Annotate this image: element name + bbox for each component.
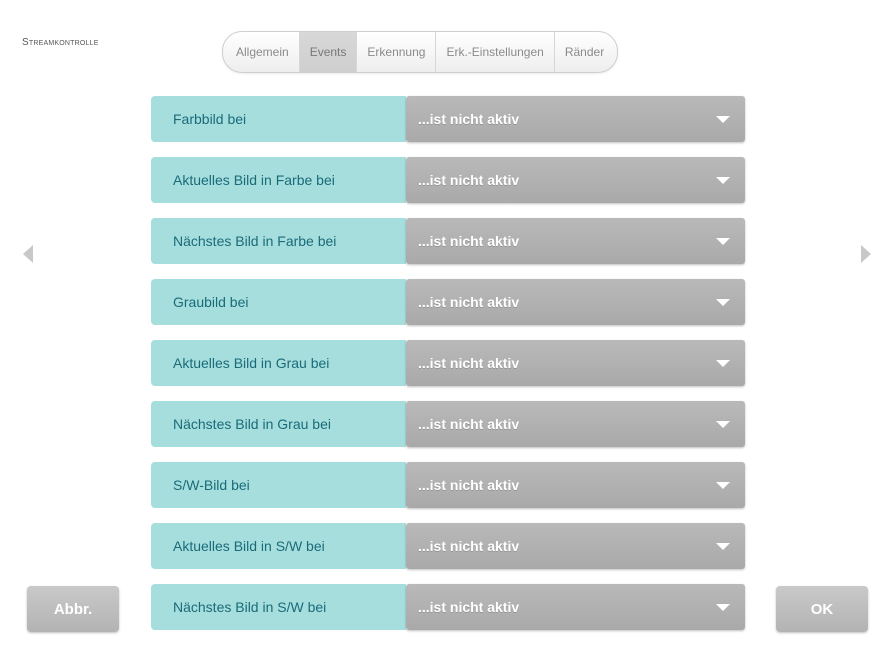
setting-row: Nächstes Bild in Grau bei ...ist nicht a…: [151, 401, 745, 447]
setting-label: S/W-Bild bei: [151, 462, 406, 508]
caret-down-icon: [716, 482, 730, 489]
chevron-left-icon[interactable]: [23, 245, 33, 263]
tab-allgemein[interactable]: Allgemein: [223, 32, 300, 72]
setting-dropdown[interactable]: ...ist nicht aktiv: [406, 96, 745, 142]
caret-down-icon: [716, 421, 730, 428]
chevron-right-icon[interactable]: [861, 245, 871, 263]
setting-dropdown[interactable]: ...ist nicht aktiv: [406, 340, 745, 386]
setting-row: Nächstes Bild in S/W bei ...ist nicht ak…: [151, 584, 745, 630]
dropdown-value: ...ist nicht aktiv: [418, 477, 520, 493]
dropdown-value: ...ist nicht aktiv: [418, 538, 520, 554]
setting-dropdown[interactable]: ...ist nicht aktiv: [406, 462, 745, 508]
setting-row: Nächstes Bild in Farbe bei ...ist nicht …: [151, 218, 745, 264]
setting-dropdown[interactable]: ...ist nicht aktiv: [406, 218, 745, 264]
caret-down-icon: [716, 116, 730, 123]
dropdown-value: ...ist nicht aktiv: [418, 233, 520, 249]
setting-label: Nächstes Bild in S/W bei: [151, 584, 406, 630]
caret-down-icon: [716, 360, 730, 367]
setting-label: Nächstes Bild in Grau bei: [151, 401, 406, 447]
dropdown-value: ...ist nicht aktiv: [418, 172, 520, 188]
tab-bar: Allgemein Events Erkennung Erk.-Einstell…: [222, 31, 619, 73]
caret-down-icon: [716, 299, 730, 306]
page-title: Streamkontrolle: [22, 37, 99, 48]
caret-down-icon: [716, 238, 730, 245]
setting-label: Aktuelles Bild in Grau bei: [151, 340, 406, 386]
dropdown-value: ...ist nicht aktiv: [418, 599, 520, 615]
tab-erk-einstellungen[interactable]: Erk.-Einstellungen: [436, 32, 555, 72]
setting-dropdown[interactable]: ...ist nicht aktiv: [406, 401, 745, 447]
tab-events[interactable]: Events: [299, 32, 358, 72]
setting-label: Aktuelles Bild in S/W bei: [151, 523, 406, 569]
dropdown-value: ...ist nicht aktiv: [418, 111, 520, 127]
setting-label: Nächstes Bild in Farbe bei: [151, 218, 406, 264]
setting-dropdown[interactable]: ...ist nicht aktiv: [406, 584, 745, 630]
setting-dropdown[interactable]: ...ist nicht aktiv: [406, 523, 745, 569]
caret-down-icon: [716, 177, 730, 184]
caret-down-icon: [716, 604, 730, 611]
setting-dropdown[interactable]: ...ist nicht aktiv: [406, 157, 745, 203]
setting-row: Aktuelles Bild in S/W bei ...ist nicht a…: [151, 523, 745, 569]
setting-row: S/W-Bild bei ...ist nicht aktiv: [151, 462, 745, 508]
ok-button[interactable]: OK: [776, 586, 868, 632]
setting-label: Aktuelles Bild in Farbe bei: [151, 157, 406, 203]
setting-row: Aktuelles Bild in Grau bei ...ist nicht …: [151, 340, 745, 386]
tab-raender[interactable]: Ränder: [555, 32, 617, 72]
setting-row: Farbbild bei ...ist nicht aktiv: [151, 96, 745, 142]
setting-label: Farbbild bei: [151, 96, 406, 142]
dropdown-value: ...ist nicht aktiv: [418, 416, 520, 432]
event-settings-list: Farbbild bei ...ist nicht aktiv Aktuelle…: [151, 96, 745, 645]
dropdown-value: ...ist nicht aktiv: [418, 355, 520, 371]
cancel-button[interactable]: Abbr.: [27, 586, 119, 632]
setting-row: Graubild bei ...ist nicht aktiv: [151, 279, 745, 325]
caret-down-icon: [716, 543, 730, 550]
setting-dropdown[interactable]: ...ist nicht aktiv: [406, 279, 745, 325]
tab-erkennung[interactable]: Erkennung: [357, 32, 437, 72]
dropdown-value: ...ist nicht aktiv: [418, 294, 520, 310]
setting-row: Aktuelles Bild in Farbe bei ...ist nicht…: [151, 157, 745, 203]
setting-label: Graubild bei: [151, 279, 406, 325]
